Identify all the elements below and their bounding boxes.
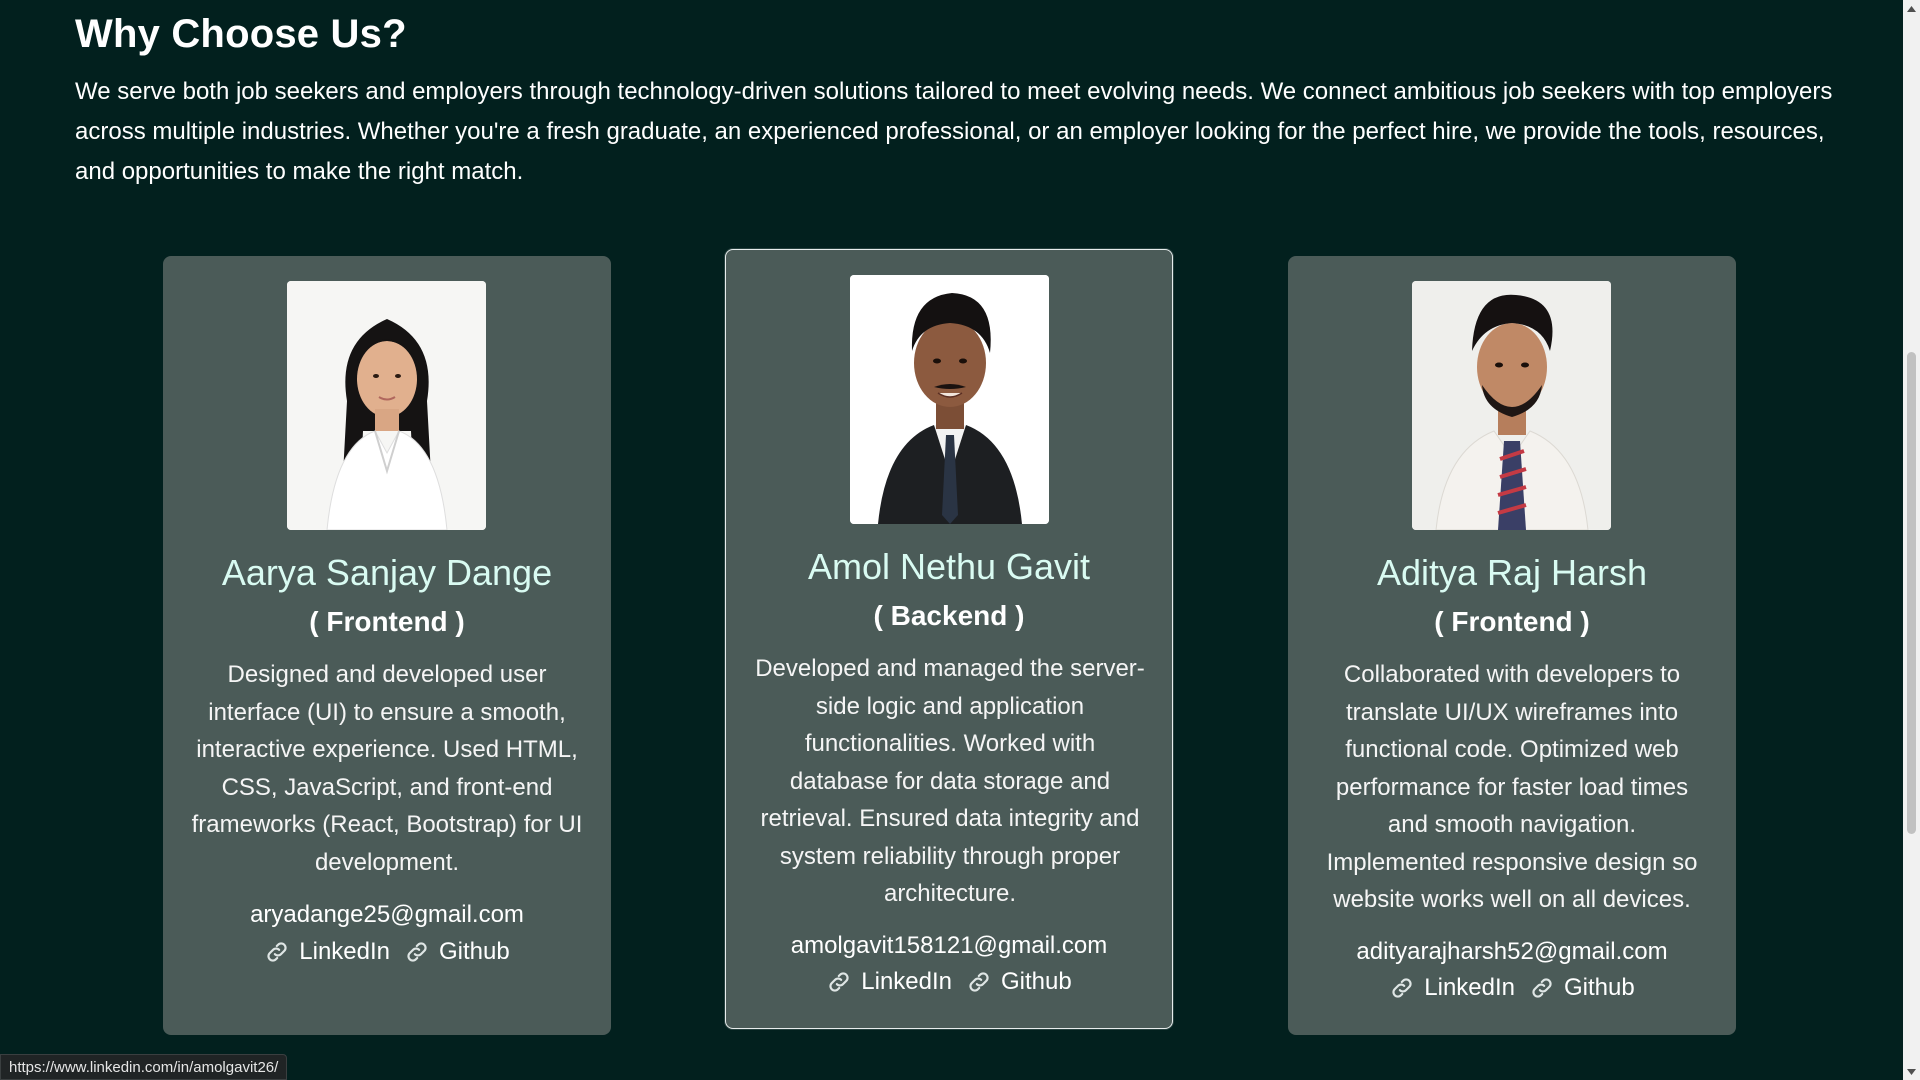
linkedin-label: LinkedIn: [299, 938, 391, 965]
portrait-man-image: [850, 275, 1049, 524]
team-card-aarya: Aarya Sanjay Dange ( Frontend ) Designed…: [163, 256, 611, 1035]
member-name: Aditya Raj Harsh: [1376, 552, 1648, 593]
member-name: Aarya Sanjay Dange: [221, 552, 553, 593]
github-label: Github: [1564, 974, 1635, 1001]
linkedin-link[interactable]: LinkedIn: [1389, 974, 1515, 1002]
linkedin-link[interactable]: LinkedIn: [264, 938, 390, 966]
link-icon: [966, 969, 992, 995]
member-description: Developed and managed the server-side lo…: [755, 655, 1145, 907]
portrait-woman-image: [287, 281, 486, 530]
member-email[interactable]: adityarajharsh52@gmail.com: [1288, 938, 1736, 966]
member-name: Amol Nethu Gavit: [807, 546, 1091, 587]
member-description: Collaborated with developers to translat…: [1326, 661, 1698, 913]
member-email[interactable]: amolgavit158121@gmail.com: [726, 932, 1172, 960]
scroll-down-arrow-icon[interactable]: [1903, 1063, 1920, 1080]
link-icon: [404, 939, 430, 965]
portrait-man-image: [1412, 281, 1611, 530]
status-bar-url: https://www.linkedin.com/in/amolgavit26/: [0, 1054, 288, 1080]
github-label: Github: [439, 938, 510, 965]
link-icon: [264, 939, 290, 965]
member-role: ( Frontend ): [309, 606, 465, 637]
page: Why Choose Us? We serve both job seekers…: [0, 0, 1920, 1080]
social-links: LinkedIn Github: [163, 938, 611, 966]
linkedin-link[interactable]: LinkedIn: [826, 968, 952, 996]
member-description: Designed and developed user interface (U…: [191, 661, 583, 876]
profile-photo: [287, 281, 486, 530]
link-icon: [826, 969, 852, 995]
social-links: LinkedIn Github: [726, 968, 1172, 996]
section-description: We serve both job seekers and employers …: [75, 78, 1833, 185]
link-icon: [1389, 975, 1415, 1001]
member-role: ( Frontend ): [1434, 606, 1590, 637]
github-link[interactable]: Github: [404, 938, 510, 966]
profile-photo: [1412, 281, 1611, 530]
github-link[interactable]: Github: [966, 968, 1072, 996]
link-icon: [1529, 975, 1555, 1001]
member-email[interactable]: aryadange25@gmail.com: [163, 901, 611, 929]
github-label: Github: [1001, 968, 1072, 995]
member-role: ( Backend ): [873, 600, 1025, 631]
section-title: Why Choose Us?: [75, 12, 407, 56]
social-links: LinkedIn Github: [1288, 974, 1736, 1002]
vertical-scrollbar[interactable]: [1903, 0, 1920, 1080]
profile-photo: [850, 275, 1049, 524]
team-card-amol: Amol Nethu Gavit ( Backend ) Developed a…: [725, 249, 1173, 1029]
scroll-up-arrow-icon[interactable]: [1903, 0, 1920, 17]
linkedin-label: LinkedIn: [1424, 974, 1516, 1001]
team-card-aditya: Aditya Raj Harsh ( Frontend ) Collaborat…: [1288, 256, 1736, 1035]
github-link[interactable]: Github: [1529, 974, 1635, 1002]
scrollbar-thumb[interactable]: [1907, 352, 1916, 834]
linkedin-label: LinkedIn: [861, 968, 953, 995]
